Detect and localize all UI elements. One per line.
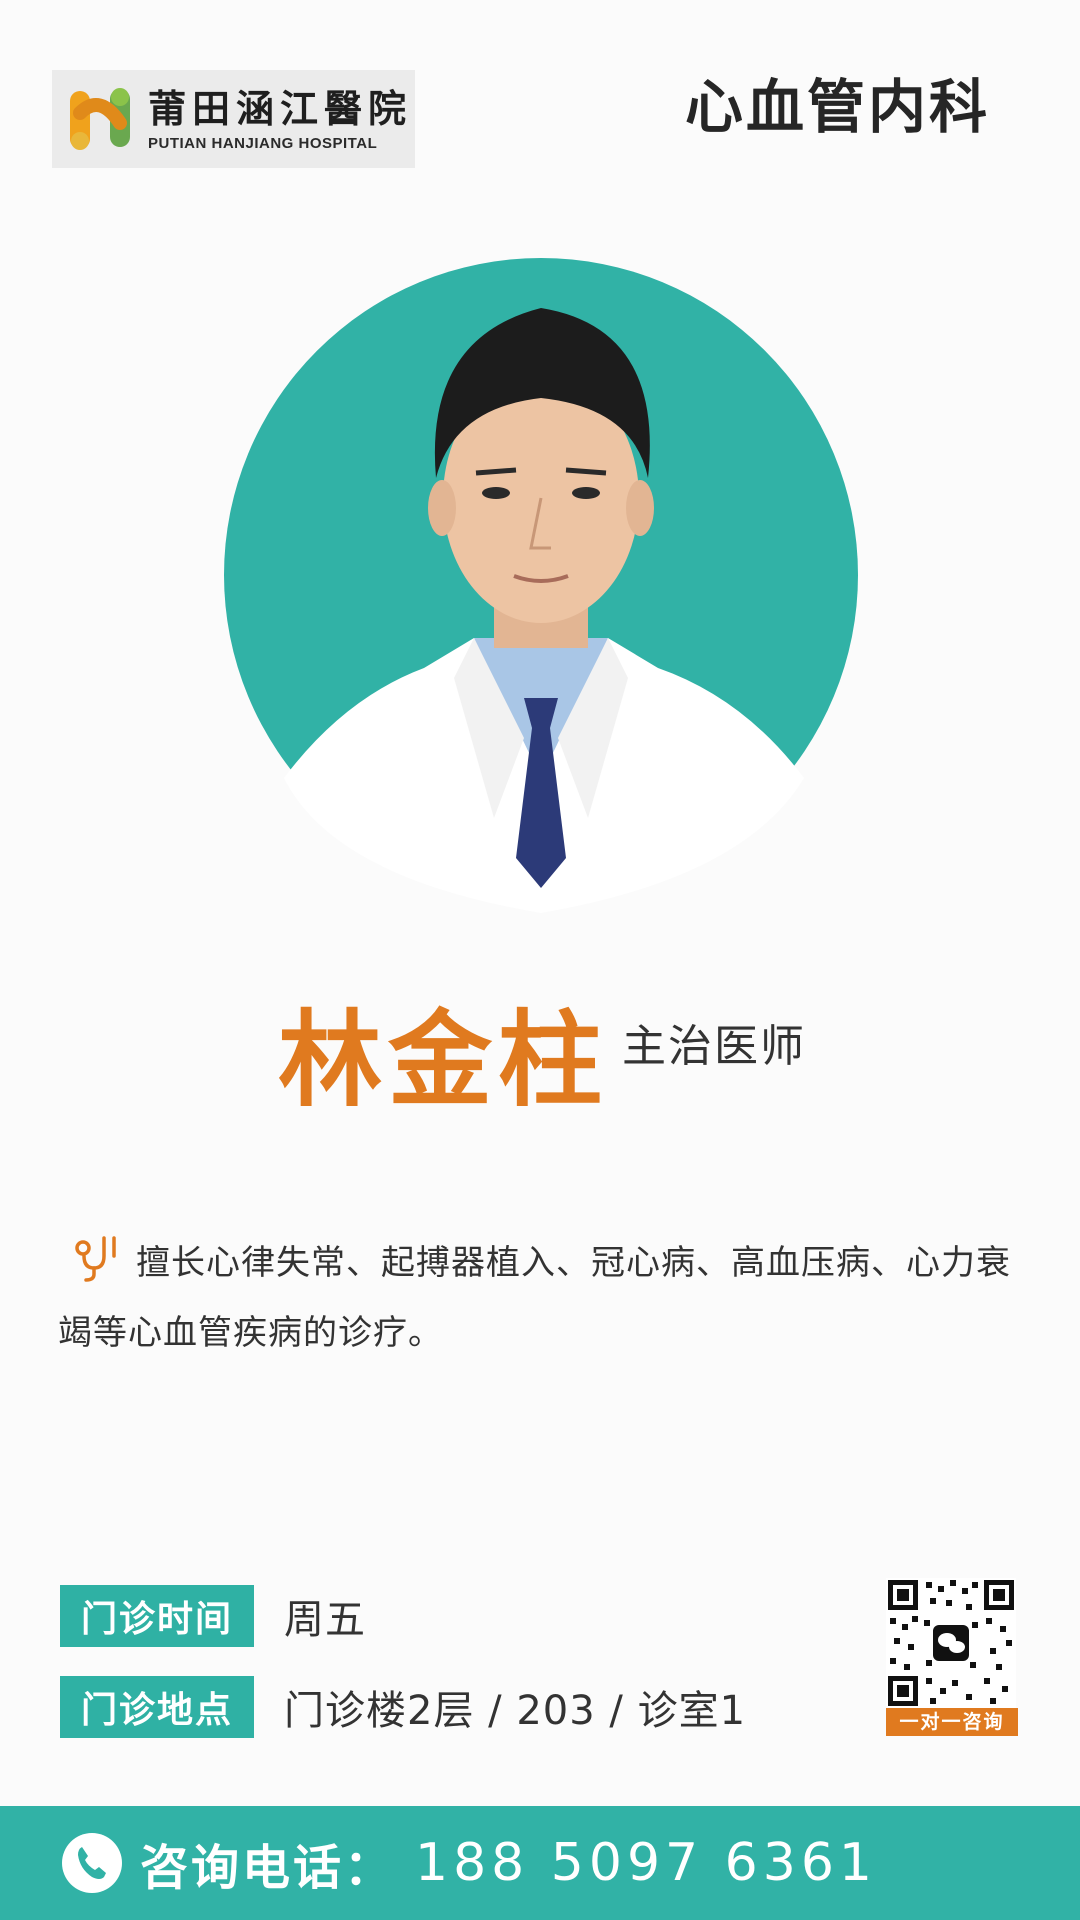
qr-code-block[interactable]: 一对一咨询 xyxy=(886,1578,1018,1736)
doctor-name: 林金柱 xyxy=(278,999,609,1121)
clinic-time-row: 门诊时间 周五 xyxy=(60,1585,366,1647)
qr-code[interactable] xyxy=(886,1578,1016,1708)
hospital-logo-icon xyxy=(70,88,130,150)
phone-icon xyxy=(62,1833,122,1893)
clinic-time-value: 周五 xyxy=(284,1597,366,1643)
logo-english-name: PUTIAN HANJIANG HOSPITAL xyxy=(148,134,378,152)
clinic-location-row: 门诊地点 门诊楼2层 / 203 / 诊室1 xyxy=(60,1676,746,1738)
clinic-time-label: 门诊时间 xyxy=(60,1585,254,1647)
hospital-logo: 莆田涵江醫院 PUTIAN HANJIANG HOSPITAL xyxy=(52,70,415,168)
stethoscope-icon xyxy=(75,1236,116,1282)
footer-bar: 咨询电话： 188 5097 6361 xyxy=(0,1806,1080,1920)
doctor-title: 主治医师 xyxy=(622,1021,806,1072)
doctor-portrait xyxy=(284,308,804,913)
qr-consult-label[interactable]: 一对一咨询 xyxy=(886,1708,1018,1736)
expertise-text-block: 擅长心律失常、起搏器植入、冠心病、高血压病、心力衰竭等心血管疾病的诊疗。 xyxy=(58,1228,1028,1368)
department-title: 心血管内科 xyxy=(684,73,990,141)
clinic-location-label: 门诊地点 xyxy=(60,1676,254,1738)
logo-chinese-name: 莆田涵江醫院 xyxy=(148,85,413,131)
phone-number[interactable]: 188 5097 6361 xyxy=(415,1833,877,1893)
expertise-text: 擅长心律失常、起搏器植入、冠心病、高血压病、心力衰竭等心血管疾病的诊疗。 xyxy=(58,1243,1011,1353)
clinic-location-value: 门诊楼2层 / 203 / 诊室1 xyxy=(284,1688,747,1734)
phone-label: 咨询电话： xyxy=(140,1840,396,1896)
